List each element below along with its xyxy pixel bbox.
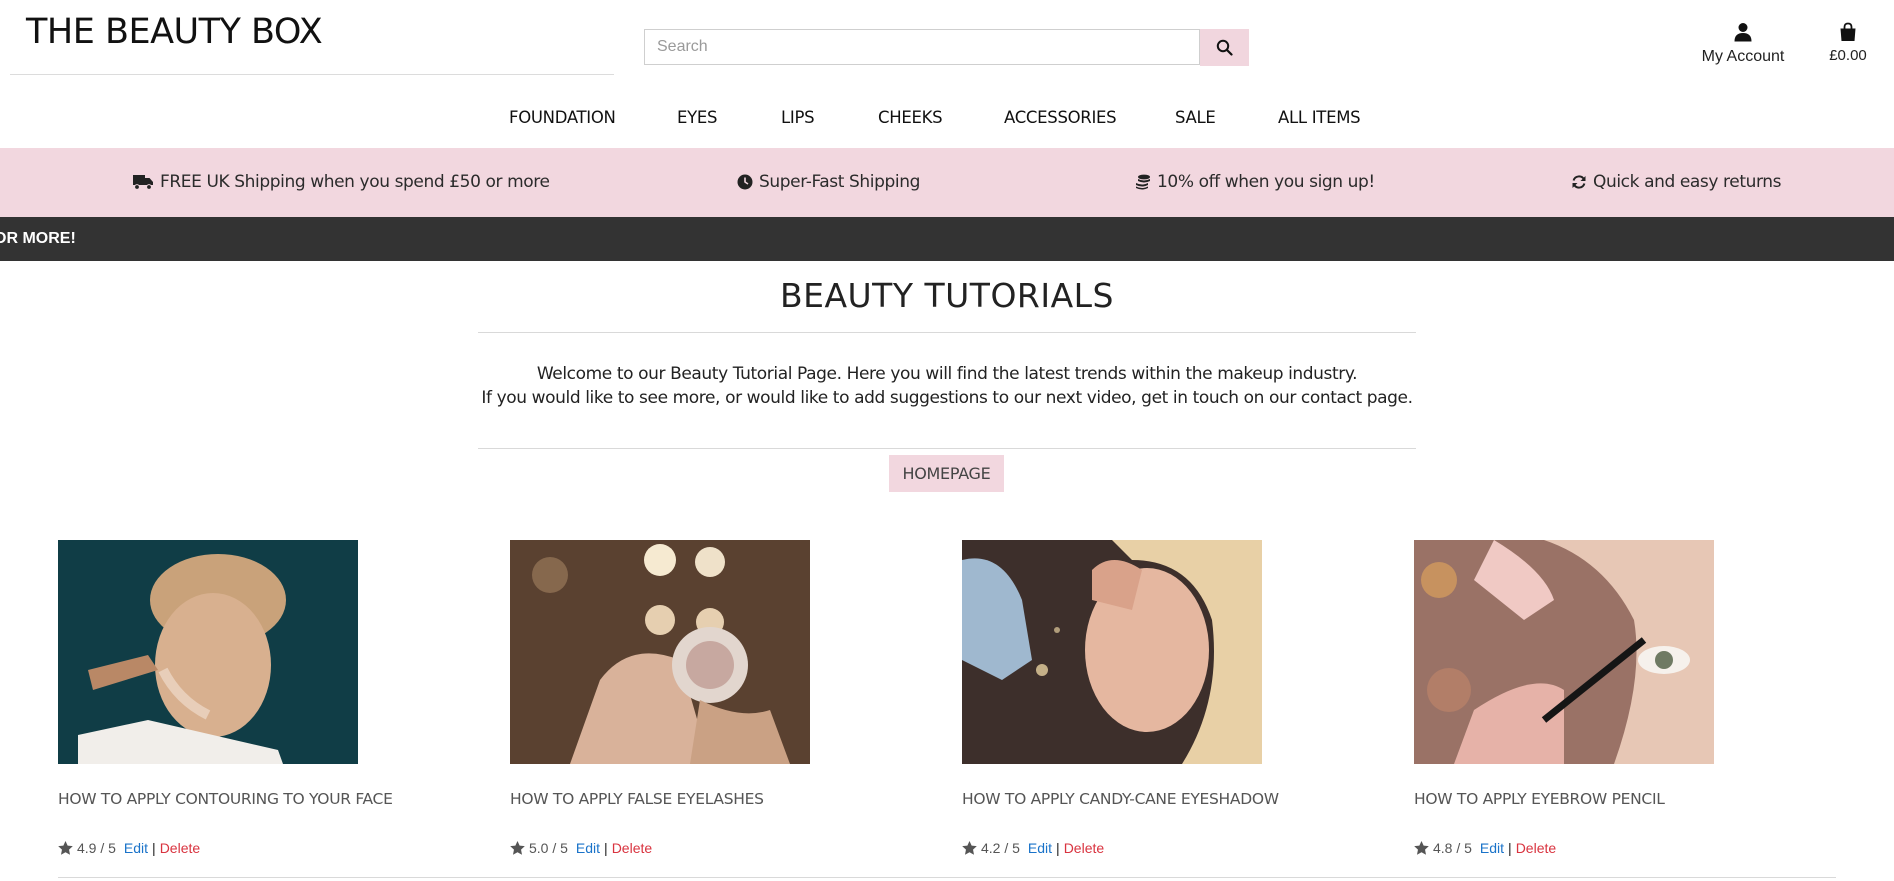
shopping-bag-button[interactable]: £0.00 [1818,22,1878,64]
tutorial-card: HOW TO APPLY CONTOURING TO YOUR FACE 4.9… [58,540,458,856]
tutorial-rating: 4.9 / 5 [77,840,116,856]
coins-icon [1136,174,1150,190]
benefit-fast-shipping-text: Super-Fast Shipping [759,172,920,192]
tutorial-title[interactable]: HOW TO APPLY FALSE EYELASHES [510,790,764,808]
tutorial-thumbnail-contouring[interactable] [58,540,358,764]
tutorial-card: HOW TO APPLY EYEBROW PENCIL 4.8 / 5 Edit… [1414,540,1814,856]
tutorial-card: HOW TO APPLY CANDY-CANE EYESHADOW 4.2 / … [962,540,1362,856]
tutorial-meta: 5.0 / 5 Edit | Delete [510,840,652,856]
star-icon [58,841,73,855]
search-icon [1216,39,1233,56]
intro-line-1: Welcome to our Beauty Tutorial Page. Her… [536,364,1358,384]
sync-icon [1572,175,1586,189]
my-account-label: My Account [1701,48,1785,65]
tutorial-thumbnail-candy-cane-eyeshadow[interactable] [962,540,1262,764]
separator: | [604,840,608,856]
tutorial-rating: 4.8 / 5 [1433,840,1472,856]
tutorial-title[interactable]: HOW TO APPLY CONTOURING TO YOUR FACE [58,790,393,808]
tutorial-title[interactable]: HOW TO APPLY CANDY-CANE EYESHADOW [962,790,1279,808]
thumbnail-image [962,540,1262,764]
edit-link[interactable]: Edit [1028,840,1052,856]
separator: | [1056,840,1060,856]
edit-link[interactable]: Edit [1480,840,1504,856]
intro-line-2: If you would like to see more, or would … [481,388,1413,408]
separator: | [152,840,156,856]
separator: | [1508,840,1512,856]
benefit-signup-discount-text: 10% off when you sign up! [1157,172,1375,192]
benefit-free-shipping-text: FREE UK Shipping when you spend £50 or m… [160,172,550,192]
main-nav: FOUNDATION EYES LIPS CHEEKS ACCESSORIES … [0,96,1894,140]
thumbnail-image [1414,540,1714,764]
benefit-fast-shipping: Super-Fast Shipping [737,172,920,192]
tutorial-thumbnail-eyebrow-pencil[interactable] [1414,540,1714,764]
user-icon [1734,23,1752,42]
star-icon [1414,841,1429,855]
benefit-free-shipping: FREE UK Shipping when you spend £50 or m… [133,172,550,192]
benefit-returns-text: Quick and easy returns [1593,172,1782,192]
intro-text: Welcome to our Beauty Tutorial Page. Her… [478,362,1416,410]
nav-foundation[interactable]: FOUNDATION [509,108,616,127]
tutorial-meta: 4.8 / 5 Edit | Delete [1414,840,1556,856]
benefit-signup-discount: 10% off when you sign up! [1135,172,1375,192]
site-logo[interactable]: THE BEAUTY BOX [26,12,323,52]
benefits-strip: FREE UK Shipping when you spend £50 or m… [0,148,1894,217]
search-button[interactable] [1200,29,1249,66]
delete-link[interactable]: Delete [1516,840,1556,856]
my-account-button[interactable]: My Account [1690,22,1796,66]
tutorial-rating: 4.2 / 5 [981,840,1020,856]
tutorial-rating: 5.0 / 5 [529,840,568,856]
tutorial-meta: 4.2 / 5 Edit | Delete [962,840,1104,856]
nav-accessories[interactable]: ACCESSORIES [1004,108,1117,127]
truck-icon [133,175,153,190]
shopping-bag-icon [1840,22,1856,41]
homepage-button[interactable]: HOMEPAGE [889,455,1004,492]
intro-divider [478,448,1416,449]
bag-total: £0.00 [1829,47,1867,64]
header-divider [10,74,614,75]
star-icon [510,841,525,855]
tutorial-card: HOW TO APPLY FALSE EYELASHES 5.0 / 5 Edi… [510,540,910,856]
thumbnail-image [58,540,358,764]
delete-link[interactable]: Delete [1064,840,1104,856]
nav-eyes[interactable]: EYES [677,108,718,127]
search-input[interactable] [645,30,1199,64]
cards-divider [58,877,1836,878]
promo-ticker: OR MORE! [0,217,1894,261]
delete-link[interactable]: Delete [612,840,652,856]
page-title: BEAUTY TUTORIALS [779,276,1115,315]
ticker-text: OR MORE! [0,230,76,247]
nav-lips[interactable]: LIPS [781,108,815,127]
star-icon [962,841,977,855]
title-divider [478,332,1416,333]
search-box [644,29,1200,65]
benefit-returns: Quick and easy returns [1571,172,1782,192]
nav-all-items[interactable]: ALL ITEMS [1278,108,1361,127]
clock-icon [737,174,753,190]
delete-link[interactable]: Delete [160,840,200,856]
nav-cheeks[interactable]: CHEEKS [878,108,943,127]
tutorial-title[interactable]: HOW TO APPLY EYEBROW PENCIL [1414,790,1665,808]
tutorial-thumbnail-false-eyelashes[interactable] [510,540,810,764]
thumbnail-image [510,540,810,764]
edit-link[interactable]: Edit [576,840,600,856]
tutorial-meta: 4.9 / 5 Edit | Delete [58,840,200,856]
nav-sale[interactable]: SALE [1175,108,1216,127]
edit-link[interactable]: Edit [124,840,148,856]
